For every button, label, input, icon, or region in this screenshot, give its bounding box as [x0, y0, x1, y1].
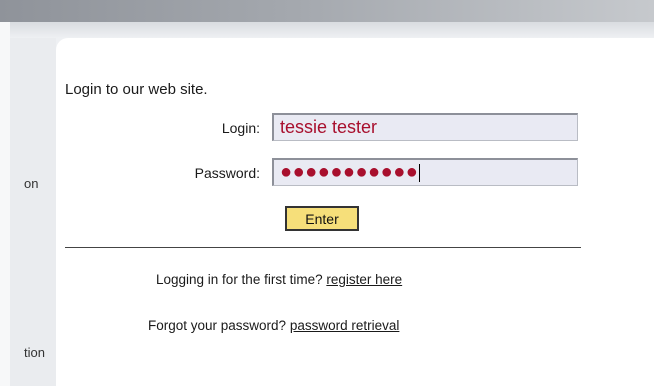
- login-intro: Login to our web site.: [65, 81, 208, 98]
- login-input[interactable]: tessie tester: [272, 113, 578, 141]
- register-link[interactable]: register here: [326, 272, 402, 287]
- password-input-value: ●●●●●●●●●●●: [280, 161, 419, 183]
- login-label: Login:: [221, 120, 260, 136]
- forgot-text: Forgot your password?: [148, 318, 287, 333]
- divider: [65, 247, 581, 248]
- left-edge: [0, 22, 10, 386]
- text-caret: [419, 163, 421, 182]
- password-label: Password:: [194, 165, 260, 181]
- enter-button[interactable]: Enter: [285, 206, 359, 231]
- forgot-line: Forgot your password? password retrieval: [148, 318, 399, 333]
- login-input-value: tessie tester: [280, 117, 378, 137]
- password-retrieval-link[interactable]: password retrieval: [290, 318, 400, 333]
- first-time-line: Logging in for the first time? register …: [156, 272, 402, 287]
- login-panel: Login to our web site. Login: tessie tes…: [56, 38, 654, 386]
- top-banner: [0, 0, 654, 22]
- password-input[interactable]: ●●●●●●●●●●●: [272, 158, 578, 186]
- first-time-text: Logging in for the first time?: [156, 272, 323, 287]
- sidebar-item-1[interactable]: on: [24, 176, 38, 191]
- banner-shadow: [0, 22, 654, 38]
- sidebar: [10, 38, 56, 386]
- sidebar-item-2[interactable]: tion: [24, 345, 45, 360]
